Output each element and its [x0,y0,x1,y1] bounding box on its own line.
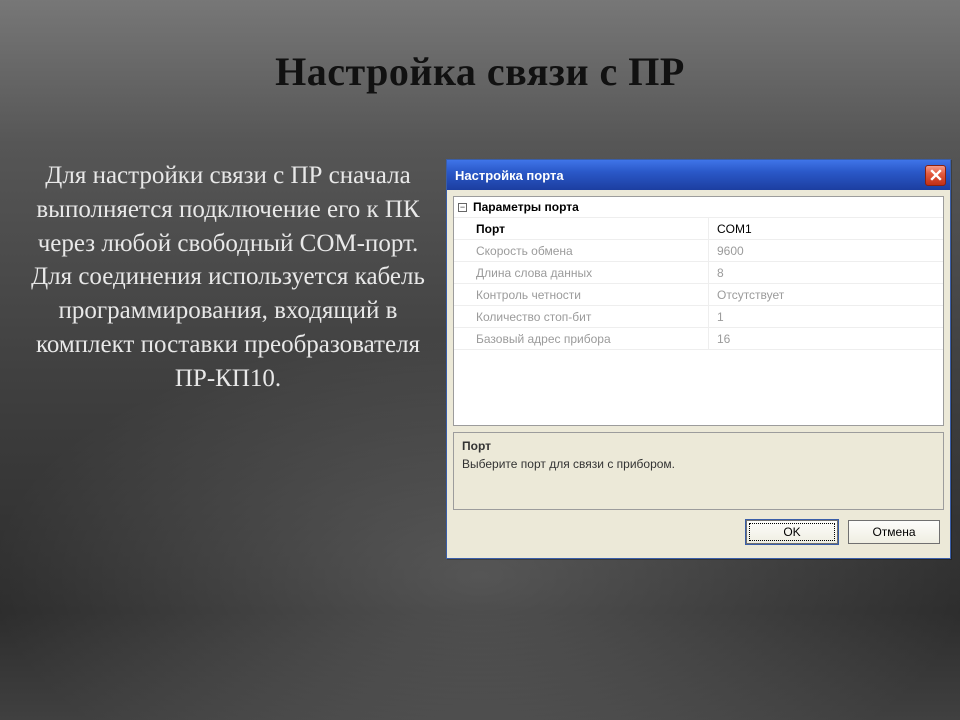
property-group-label: Параметры порта [473,200,579,214]
port-settings-dialog: Настройка порта − Параметры порта ПортCO… [446,159,951,559]
property-value[interactable]: Отсутствует [709,284,943,305]
property-value[interactable]: 9600 [709,240,943,261]
collapse-icon[interactable]: − [458,203,467,212]
description-text: Для настройки связи с ПР сначала выполня… [24,159,432,395]
cancel-button[interactable]: Отмена [848,520,940,544]
dialog-titlebar[interactable]: Настройка порта [447,160,950,190]
close-button[interactable] [925,165,946,186]
property-name: Базовый адрес прибора [454,328,709,349]
property-row[interactable]: Длина слова данных8 [454,262,943,284]
dialog-title: Настройка порта [455,168,925,183]
property-row[interactable]: Контроль четностиОтсутствует [454,284,943,306]
close-icon [930,169,942,181]
property-row[interactable]: ПортCOM1 [454,218,943,240]
ok-button[interactable]: OK [746,520,838,544]
property-value[interactable]: 16 [709,328,943,349]
property-row[interactable]: Базовый адрес прибора16 [454,328,943,350]
property-group-header[interactable]: − Параметры порта [454,197,943,218]
property-help: Порт Выберите порт для связи с прибором. [453,432,944,510]
dialog-buttons: OK Отмена [453,510,944,552]
property-row[interactable]: Количество стоп-бит1 [454,306,943,328]
dialog-body: − Параметры порта ПортCOM1Скорость обмен… [447,190,950,558]
dialog-column: Настройка порта − Параметры порта ПортCO… [440,159,951,559]
property-value[interactable]: 1 [709,306,943,327]
property-row[interactable]: Скорость обмена9600 [454,240,943,262]
property-grid[interactable]: − Параметры порта ПортCOM1Скорость обмен… [453,196,944,426]
property-help-text: Выберите порт для связи с прибором. [462,457,935,471]
property-name: Контроль четности [454,284,709,305]
content-row: Для настройки связи с ПР сначала выполня… [0,159,960,559]
property-help-title: Порт [462,439,935,453]
property-value[interactable]: COM1 [709,218,943,239]
description-column: Для настройки связи с ПР сначала выполня… [10,159,440,395]
property-name: Длина слова данных [454,262,709,283]
property-name: Скорость обмена [454,240,709,261]
property-name: Количество стоп-бит [454,306,709,327]
property-value[interactable]: 8 [709,262,943,283]
slide-title: Настройка связи с ПР [0,0,960,95]
property-name: Порт [454,218,709,239]
property-rows: ПортCOM1Скорость обмена9600Длина слова д… [454,218,943,350]
